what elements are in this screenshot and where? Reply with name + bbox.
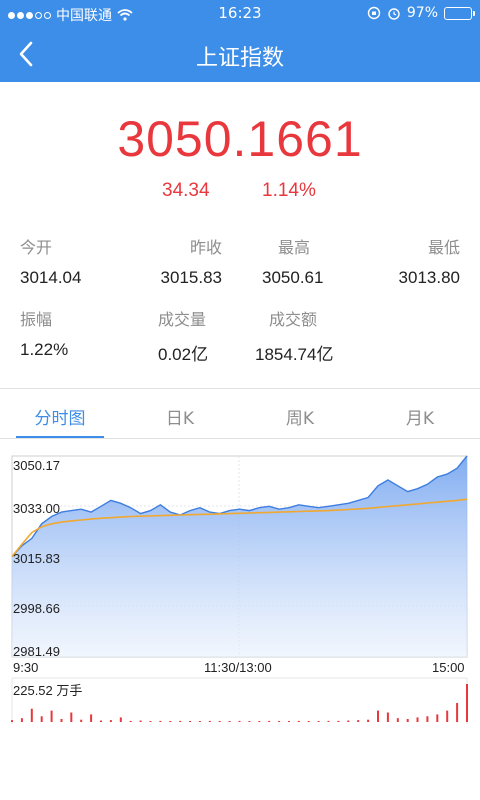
volume-bar bbox=[446, 710, 449, 722]
volume-bar bbox=[129, 720, 132, 722]
page-title: 上证指数 bbox=[195, 46, 284, 71]
volume-bar bbox=[90, 714, 93, 722]
status-bar: 中国联通 16:23 97% bbox=[0, 0, 480, 26]
stat-volume-value: 0.02亿 bbox=[158, 345, 209, 364]
stat-high-value: 3050.61 bbox=[262, 268, 324, 287]
volume-bar bbox=[208, 720, 211, 722]
volume-bar bbox=[347, 720, 350, 722]
stat-turnover-label: 成交额 bbox=[269, 312, 318, 329]
stat-amplitude: 振幅 1.22% bbox=[20, 306, 68, 360]
x-tick-label: 11:30/13:00 bbox=[204, 660, 272, 675]
volume-bar bbox=[60, 719, 63, 722]
stat-amplitude-value: 1.22% bbox=[20, 340, 69, 359]
tab-monthly-k[interactable]: 月K bbox=[370, 404, 470, 429]
volume-bar bbox=[40, 716, 43, 722]
volume-bar bbox=[189, 721, 191, 722]
price-change: 34.34 bbox=[162, 180, 210, 201]
x-tick-label: 9:30 bbox=[13, 660, 39, 675]
tab-daily-k[interactable]: 日K bbox=[130, 404, 230, 429]
volume-bar bbox=[377, 710, 379, 722]
volume-bar bbox=[327, 720, 330, 722]
volume-bar bbox=[149, 721, 152, 722]
volume-bar bbox=[218, 721, 221, 722]
chart-tabs: 分时图 日K 周K 月K bbox=[0, 390, 480, 438]
volume-bar bbox=[169, 721, 172, 722]
nav-bar: 上证指数 bbox=[0, 26, 480, 82]
volume-bar bbox=[119, 717, 122, 722]
volume-bar bbox=[248, 721, 251, 722]
y-tick-label: 2981.49 bbox=[13, 644, 60, 659]
stat-low-value: 3013.80 bbox=[398, 268, 460, 287]
volume-bar bbox=[228, 721, 231, 722]
battery-icon bbox=[444, 6, 475, 20]
intraday-chart[interactable]: 3050.17 3033.00 3015.83 2998.66 2981.49 … bbox=[0, 440, 480, 724]
stat-high: 最高 3050.61 bbox=[262, 234, 323, 288]
volume-bar bbox=[109, 720, 112, 722]
volume-bar bbox=[179, 720, 182, 722]
volume-bar bbox=[268, 720, 271, 722]
y-tick-label: 3015.83 bbox=[13, 551, 60, 566]
alarm-icon bbox=[388, 8, 400, 20]
volume-bar bbox=[258, 721, 261, 722]
volume-bar bbox=[288, 721, 290, 722]
stat-amplitude-label: 振幅 bbox=[20, 312, 53, 329]
stat-prev-close: 昨收 3015.83 bbox=[152, 234, 222, 288]
volume-bar bbox=[100, 720, 102, 722]
volume-bar bbox=[238, 720, 241, 722]
y-tick-label: 3050.17 bbox=[13, 458, 60, 473]
tab-intraday[interactable]: 分时图 bbox=[10, 404, 110, 429]
volume-bar bbox=[466, 684, 468, 722]
volume-bar bbox=[159, 720, 162, 722]
volume-bar bbox=[386, 712, 389, 722]
x-tick-label: 15:00 bbox=[432, 660, 465, 675]
volume-bar bbox=[307, 721, 310, 722]
rotation-lock-icon bbox=[367, 6, 381, 20]
battery-percent: 97% bbox=[406, 5, 438, 21]
stat-high-label: 最高 bbox=[278, 240, 311, 257]
stat-volume-label: 成交量 bbox=[158, 312, 207, 329]
volume-bar bbox=[406, 719, 409, 722]
volume-bar bbox=[50, 710, 53, 722]
volume-bar bbox=[337, 720, 340, 722]
price-change-percent: 1.14% bbox=[262, 180, 316, 201]
y-tick-label: 2998.66 bbox=[13, 601, 60, 616]
volume-bar bbox=[317, 721, 320, 722]
volume-bar bbox=[30, 708, 33, 722]
volume-bar bbox=[297, 720, 300, 722]
stat-open-value: 3014.04 bbox=[20, 268, 82, 287]
tabs-divider bbox=[0, 438, 480, 439]
volume-bar bbox=[416, 717, 419, 722]
volume-bar bbox=[278, 721, 281, 722]
quote-header: 3050.1661 34.34 1.14% bbox=[0, 82, 480, 212]
stat-open: 今开 3014.04 bbox=[20, 234, 81, 288]
tab-weekly-k[interactable]: 周K bbox=[250, 404, 350, 429]
volume-max-label: 225.52 万手 bbox=[13, 683, 83, 698]
volume-bar bbox=[11, 720, 13, 722]
divider bbox=[0, 388, 480, 389]
stat-low-label: 最低 bbox=[427, 240, 460, 257]
volume-bar bbox=[139, 720, 142, 722]
current-price: 3050.1661 bbox=[117, 111, 363, 167]
stat-volume: 成交量 0.02亿 bbox=[158, 306, 208, 365]
volume-bar bbox=[357, 720, 360, 722]
volume-bar bbox=[367, 719, 370, 722]
volume-bar bbox=[70, 712, 73, 722]
volume-bar bbox=[396, 718, 399, 722]
stat-turnover: 成交额 1854.74亿 bbox=[255, 306, 333, 365]
volume-bar bbox=[436, 714, 439, 722]
volume-bar bbox=[198, 721, 201, 722]
y-tick-label: 3033.00 bbox=[13, 501, 60, 516]
volume-bar bbox=[20, 718, 23, 722]
stat-prev-close-label: 昨收 bbox=[189, 240, 222, 257]
volume-bar bbox=[456, 703, 459, 722]
stat-open-label: 今开 bbox=[20, 240, 53, 257]
stat-prev-close-value: 3015.83 bbox=[160, 268, 222, 287]
stat-low: 最低 3013.80 bbox=[399, 234, 460, 288]
volume-bar bbox=[426, 716, 429, 722]
volume-bar bbox=[80, 719, 83, 722]
stat-turnover-value: 1854.74亿 bbox=[255, 345, 334, 364]
status-right: 97% bbox=[367, 5, 475, 21]
